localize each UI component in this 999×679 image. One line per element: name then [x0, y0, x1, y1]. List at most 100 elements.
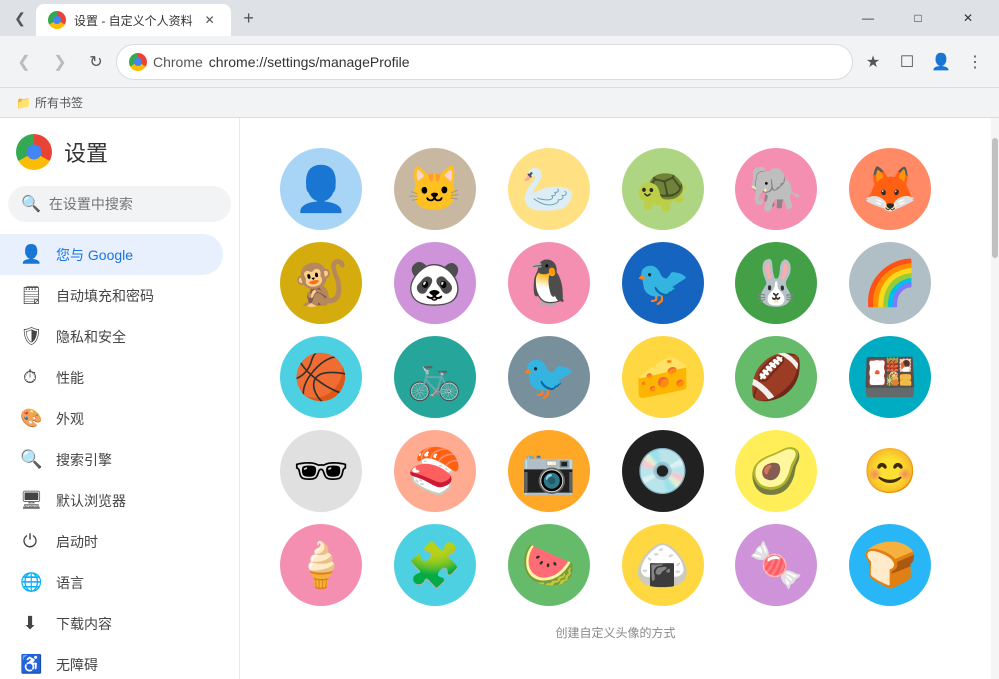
sidebar: 设置 🔍 👤 您与 Google 🗒 自动填充和密码 🛡 隐私和安全 ⏱ 性能 … [0, 118, 240, 679]
sidebar-label-download: 下载内容 [56, 614, 112, 634]
sidebar-label-browser: 默认浏览器 [56, 491, 126, 511]
sidebar-item-appearance[interactable]: 🎨 外观 [0, 398, 223, 439]
sidebar-label-autofill: 自动填充和密码 [56, 286, 154, 306]
sidebar-item-language[interactable]: 🌐 语言 [0, 562, 223, 603]
avatar-riceball[interactable]: 🍙 [622, 524, 704, 606]
sidebar-label-startup: 启动时 [56, 532, 98, 552]
sidebar-item-download[interactable]: ⬇ 下载内容 [0, 603, 223, 644]
avatar-bird[interactable]: 🐦 [508, 336, 590, 418]
avatar-bread[interactable]: 🍞 [849, 524, 931, 606]
forward-button[interactable]: ❯ [44, 46, 76, 78]
bottom-hint: 创建自定义头像的方式 [280, 616, 951, 649]
avatar-origami-crane1[interactable]: 🦢 [508, 148, 590, 230]
avatar-bicycle[interactable]: 🚲 [394, 336, 476, 418]
avatar-panda[interactable]: 🐼 [394, 242, 476, 324]
avatar-rugby[interactable]: 🏈 [735, 336, 817, 418]
url-text: chrome://settings/manageProfile [209, 54, 840, 70]
main-area: 设置 🔍 👤 您与 Google 🗒 自动填充和密码 🛡 隐私和安全 ⏱ 性能 … [0, 118, 999, 679]
sidebar-label-privacy: 隐私和安全 [56, 327, 126, 347]
avatar-origami-turtle[interactable]: 🐢 [622, 148, 704, 230]
avatar-sunglasses[interactable]: 🕶 [280, 430, 362, 512]
avatar-watermelon[interactable]: 🍉 [508, 524, 590, 606]
tab-favicon [48, 11, 66, 29]
sidebar-item-startup[interactable]: ⏻ 启动时 [0, 521, 223, 562]
avatar-camera[interactable]: 📷 [508, 430, 590, 512]
tab-prev-button[interactable]: ❮ [8, 6, 32, 30]
all-bookmarks[interactable]: 📁 所有书签 [8, 92, 91, 113]
sidebar-item-search[interactable]: 🔍 搜索引擎 [0, 439, 223, 480]
bookmarks-label: 所有书签 [35, 94, 83, 111]
avatar-puzzle[interactable]: 🧩 [394, 524, 476, 606]
sidebar-icon-startup: ⏻ [20, 531, 40, 552]
sidebar-label-google: 您与 Google [56, 245, 133, 265]
sidebar-item-browser[interactable]: 🖥 默认浏览器 [0, 480, 223, 521]
avatar-basketball[interactable]: 🏀 [280, 336, 362, 418]
avatar-penguin[interactable]: 🐧 [508, 242, 590, 324]
minimize-button[interactable]: — [845, 2, 891, 34]
active-tab[interactable]: 设置 - 自定义个人资料 ✕ [36, 4, 231, 36]
sidebar-label-language: 语言 [56, 573, 84, 593]
sidebar-item-privacy[interactable]: 🛡 隐私和安全 [0, 316, 223, 357]
search-icon: 🔍 [21, 194, 41, 214]
sidebar-label-appearance: 外观 [56, 409, 84, 429]
sidebar-label-performance: 性能 [56, 368, 84, 388]
settings-header: 设置 [0, 126, 239, 186]
scrollbar-thumb[interactable] [992, 138, 998, 258]
search-box[interactable]: 🔍 [8, 186, 231, 222]
tab-strip: ❮ 设置 - 自定义个人资料 ✕ + [8, 2, 263, 34]
avatar-sushi-plate[interactable]: 🍱 [849, 336, 931, 418]
settings-title: 设置 [64, 136, 108, 168]
bookmark-button[interactable]: ★ [857, 46, 889, 78]
new-tab-button[interactable]: + [235, 4, 263, 32]
avatar-cheese[interactable]: 🧀 [622, 336, 704, 418]
sidebar-icon-search: 🔍 [20, 449, 40, 470]
avatar-rainbow[interactable]: 🌈 [849, 242, 931, 324]
sidebar-icon-download: ⬇ [20, 613, 40, 634]
titlebar: ❮ 设置 - 自定义个人资料 ✕ + — □ ✕ [0, 0, 999, 36]
tab-title: 设置 - 自定义个人资料 [74, 12, 193, 29]
sidebar-icon-performance: ⏱ [20, 367, 40, 388]
avatar-origami-bird[interactable]: 🐦 [622, 242, 704, 324]
avatar-icecream[interactable]: 🍦 [280, 524, 362, 606]
profile-button[interactable]: 👤 [925, 46, 957, 78]
sidebar-icon-autofill: 🗒 [20, 285, 40, 306]
sidebar-item-google[interactable]: 👤 您与 Google [0, 234, 223, 275]
toolbar-actions: ★ ☐ 👤 ⋮ [857, 46, 991, 78]
avatar-smiley[interactable]: 😊 [849, 430, 931, 512]
avatar-vinyl[interactable]: 💿 [622, 430, 704, 512]
sidebar-item-autofill[interactable]: 🗒 自动填充和密码 [0, 275, 223, 316]
search-container: 🔍 [0, 186, 239, 230]
avatar-origami-elephant[interactable]: 🐘 [735, 148, 817, 230]
sidebar-item-accessibility[interactable]: ♿ 无障碍 [0, 644, 223, 679]
avatar-rabbit[interactable]: 🐰 [735, 242, 817, 324]
sidebar-item-performance[interactable]: ⏱ 性能 [0, 357, 223, 398]
sidebar-icon-accessibility: ♿ [20, 654, 40, 675]
avatar-grid: 👤 🐱 🦢 🐢 🐘 🦊 🐒 🐼 🐧 🐦 🐰 🌈 🏀 🚲 🐦 🧀 🏈 🍱 🕶 🍣 📷 💿 🥑 😊 🍦 🧩 🍉 🍙 🍬 🍞 [280, 138, 951, 616]
avatar-person[interactable]: 👤 [280, 148, 362, 230]
sidebar-label-search: 搜索引擎 [56, 450, 112, 470]
sidebar-icon-google: 👤 [20, 244, 40, 265]
browser-toolbar: ❮ ❯ ↻ Chrome chrome://settings/managePro… [0, 36, 999, 88]
reading-list-button[interactable]: ☐ [891, 46, 923, 78]
sidebar-icon-privacy: 🛡 [20, 326, 40, 347]
back-button[interactable]: ❮ [8, 46, 40, 78]
address-bar[interactable]: Chrome chrome://settings/manageProfile [116, 44, 853, 80]
avatar-origami-fox[interactable]: 🦊 [849, 148, 931, 230]
chrome-label: Chrome [153, 54, 203, 70]
maximize-button[interactable]: □ [895, 2, 941, 34]
close-button[interactable]: ✕ [945, 2, 991, 34]
content-scrollbar [991, 118, 999, 679]
refresh-button[interactable]: ↻ [80, 46, 112, 78]
sidebar-label-accessibility: 无障碍 [56, 655, 98, 675]
avatar-candy[interactable]: 🍬 [735, 524, 817, 606]
avatar-sushi[interactable]: 🍣 [394, 430, 476, 512]
avatar-cat[interactable]: 🐱 [394, 148, 476, 230]
sidebar-icon-language: 🌐 [20, 572, 40, 593]
folder-icon: 📁 [16, 96, 31, 110]
tab-close-button[interactable]: ✕ [201, 11, 219, 29]
avatar-monkey[interactable]: 🐒 [280, 242, 362, 324]
sidebar-icon-appearance: 🎨 [20, 408, 40, 429]
menu-button[interactable]: ⋮ [959, 46, 991, 78]
search-input[interactable] [49, 196, 230, 212]
avatar-avocado[interactable]: 🥑 [735, 430, 817, 512]
